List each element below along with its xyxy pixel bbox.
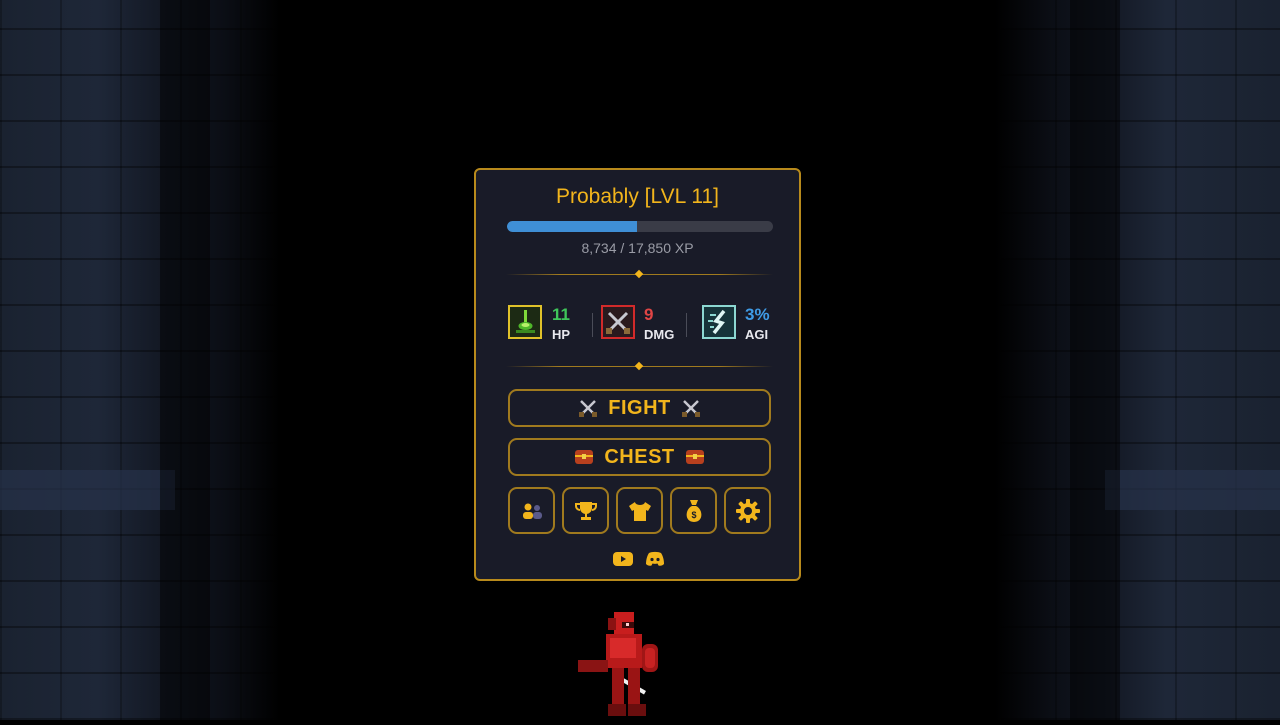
friends-icon xyxy=(522,503,542,519)
youtube-icon xyxy=(613,552,633,566)
crossed-swords-icon xyxy=(601,305,635,339)
agi-label: AGI xyxy=(745,327,769,342)
hp-potion-icon xyxy=(508,305,542,339)
settings-button[interactable] xyxy=(724,487,771,534)
dungeon-pillar-left xyxy=(0,0,280,720)
stat-separator xyxy=(592,313,593,337)
fight-label: FIGHT xyxy=(608,396,671,419)
player-name-level: Probably [LVL 11] xyxy=(555,185,720,208)
discord-link[interactable] xyxy=(645,551,665,567)
friends-button[interactable] xyxy=(508,487,555,534)
discord-icon xyxy=(646,551,664,566)
gear-icon xyxy=(735,498,760,523)
hp-label: HP xyxy=(552,327,571,342)
agi-value: 3% xyxy=(745,305,770,324)
crossed-swords-icon xyxy=(681,400,700,417)
treasure-chest-icon xyxy=(685,450,704,464)
menu-icon-row: $ xyxy=(508,487,771,534)
dmg-label: DMG xyxy=(644,327,675,342)
pillar-shadow-right xyxy=(1070,0,1120,720)
divider xyxy=(506,269,773,280)
xp-bar xyxy=(507,221,773,232)
dmg-value: 9 xyxy=(644,305,654,324)
svg-text:$: $ xyxy=(691,510,696,520)
hp-value: 11 xyxy=(552,305,570,324)
dungeon-pillar-right xyxy=(995,0,1280,720)
chest-label: CHEST xyxy=(604,445,675,468)
divider xyxy=(506,361,773,372)
xp-text: 8,734 / 17,850 XP xyxy=(581,240,694,256)
shop-button[interactable]: $ xyxy=(670,487,717,534)
money-bag-icon: $ xyxy=(686,499,701,522)
crossed-swords-icon xyxy=(579,400,598,417)
xp-bar-fill xyxy=(507,221,638,232)
stat-separator xyxy=(686,313,687,337)
player-panel: Probably [LVL 11] 8,734 / 17,850 XP 11 H… xyxy=(474,168,801,581)
fight-button[interactable]: FIGHT xyxy=(508,389,771,427)
equipment-button[interactable] xyxy=(616,487,663,534)
player-character-sprite xyxy=(576,610,676,720)
pillar-ledge-left xyxy=(0,470,175,510)
treasure-chest-icon xyxy=(575,450,594,464)
leaderboard-button[interactable] xyxy=(562,487,609,534)
shirt-icon xyxy=(628,501,651,521)
youtube-link[interactable] xyxy=(613,551,633,567)
trophy-icon xyxy=(574,501,597,520)
pillar-ledge-right xyxy=(1105,470,1280,510)
pillar-shadow-left xyxy=(160,0,210,720)
chest-button[interactable]: CHEST xyxy=(508,438,771,476)
dash-icon xyxy=(702,305,736,339)
